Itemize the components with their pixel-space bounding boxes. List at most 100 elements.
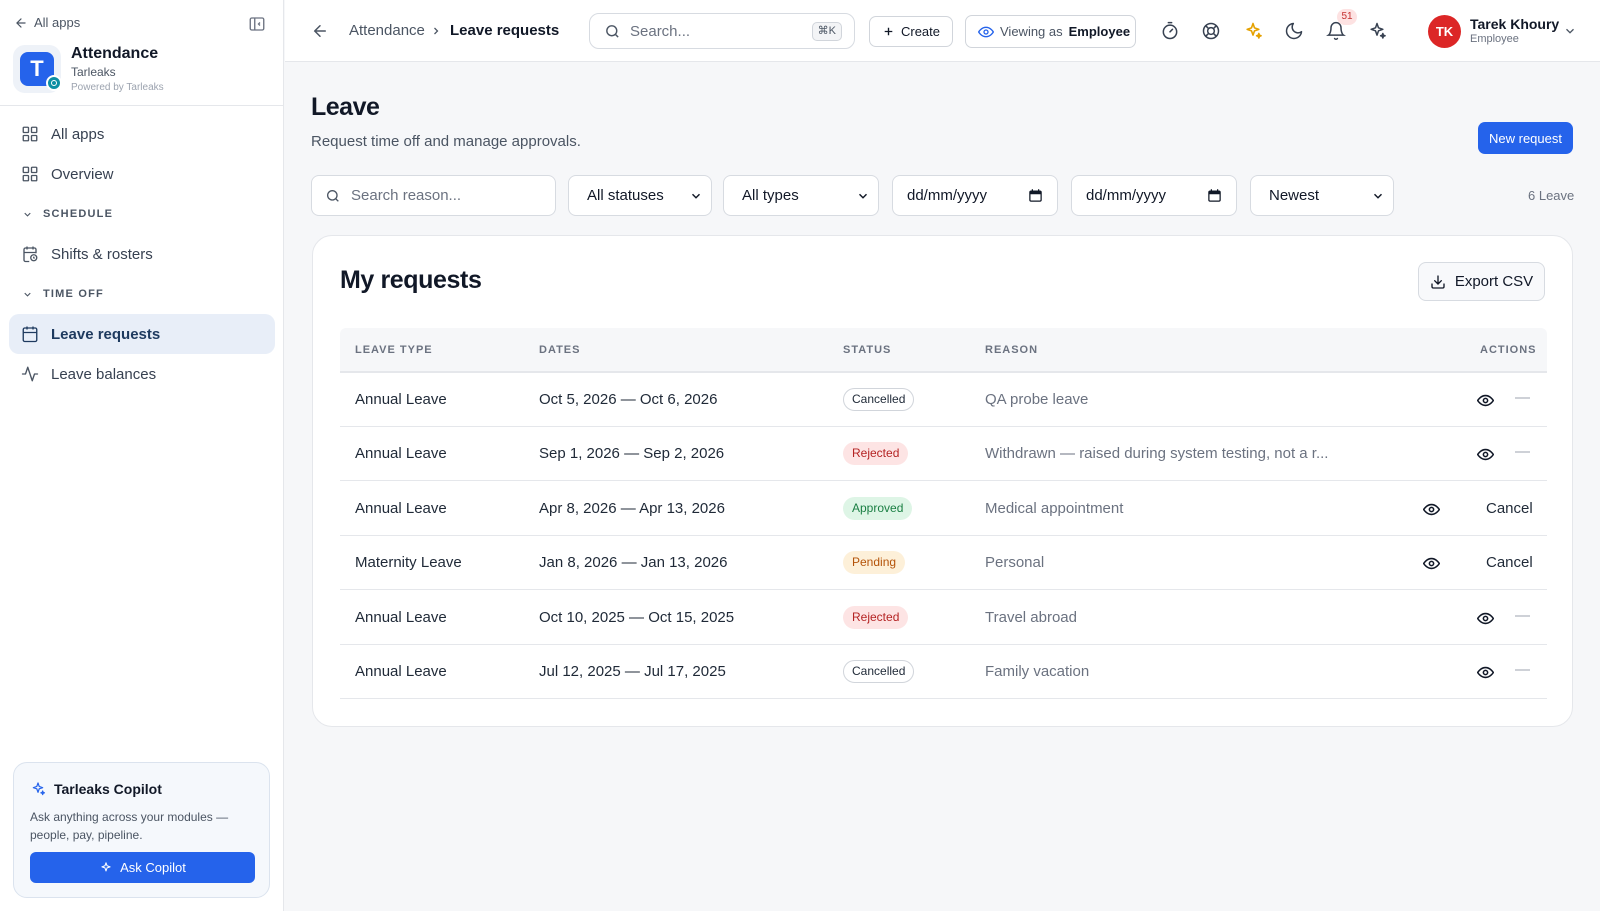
- status-badge: Approved: [843, 496, 913, 520]
- reason-cell: QA probe leave: [985, 391, 1089, 408]
- eye-icon: [1423, 557, 1440, 570]
- topbar: Attendance Leave requests Search... ⌘K C…: [285, 0, 1600, 62]
- moon-icon[interactable]: [1284, 21, 1304, 41]
- status-badge: Cancelled: [843, 660, 915, 683]
- new-request-button[interactable]: New request: [1478, 122, 1573, 154]
- dates-cell: Jan 8, 2026 — Jan 13, 2026: [539, 554, 728, 572]
- sparkle-icon[interactable]: [1243, 21, 1263, 41]
- date-to-placeholder: dd/mm/yyyy: [1086, 187, 1167, 204]
- reason-search-input[interactable]: Search reason...: [311, 175, 556, 216]
- sidebar-item-label: Overview: [51, 165, 114, 183]
- chevron-down-icon: [24, 292, 31, 297]
- eye-icon: [1477, 449, 1494, 461]
- breadcrumb-attendance[interactable]: Attendance: [349, 22, 425, 39]
- table-row: Annual Leave Apr 8, 2026 — Apr 13, 2026 Ap…: [340, 482, 1547, 536]
- sort-value: Newest: [1269, 187, 1320, 204]
- sidebar-item-all-apps[interactable]: All apps: [9, 114, 275, 154]
- copilot-title-text: Tarleaks Copilot: [54, 781, 162, 797]
- eye-icon: [1477, 612, 1494, 624]
- calendar-icon: [1029, 189, 1042, 202]
- status-badge: Rejected: [843, 442, 909, 466]
- app-org: Tarleaks: [71, 65, 116, 79]
- ask-copilot-button[interactable]: Ask Copilot: [30, 852, 255, 883]
- all-apps-back-link[interactable]: All apps: [14, 15, 80, 30]
- status-badge: Pending: [843, 551, 906, 575]
- table-row: Maternity Leave Jan 8, 2026 — Jan 13, 202…: [340, 536, 1547, 591]
- eye-icon: [978, 26, 994, 37]
- chevron-down-icon[interactable]: [1563, 24, 1577, 38]
- copilot-title: Tarleaks Copilot: [30, 781, 162, 797]
- sidebar-item-shifts[interactable]: Shifts & rosters: [9, 234, 275, 274]
- collapse-sidebar-button[interactable]: [248, 15, 266, 33]
- plus-icon: [884, 27, 893, 36]
- dates-cell: Oct 10, 2025 — Oct 15, 2025: [539, 608, 735, 626]
- reason-search-placeholder: Search reason...: [351, 187, 462, 204]
- type-filter-select[interactable]: All types: [723, 175, 879, 216]
- sidebar-item-label: Leave requests: [51, 325, 161, 343]
- grid-icon: [22, 126, 38, 142]
- nav-section-label: SCHEDULE: [43, 208, 114, 220]
- date-from-input[interactable]: dd/mm/yyyy: [892, 175, 1058, 216]
- view-request-button[interactable]: [1477, 664, 1494, 681]
- back-button[interactable]: [311, 22, 329, 40]
- sidebar-collapse-icon: [249, 17, 265, 31]
- no-action-placeholder: —: [1515, 443, 1530, 461]
- global-search-input[interactable]: Search... ⌘K: [589, 13, 855, 49]
- export-csv-button[interactable]: Export CSV: [1418, 262, 1545, 301]
- create-button[interactable]: Create: [869, 16, 953, 47]
- search-icon: [606, 24, 619, 38]
- cancel-request-button[interactable]: Cancel: [1486, 554, 1533, 571]
- nav-section-time-off[interactable]: TIME OFF: [9, 274, 275, 314]
- view-request-button[interactable]: [1477, 610, 1494, 627]
- column-header-reason: REASON: [985, 344, 1039, 356]
- date-to-input[interactable]: dd/mm/yyyy: [1071, 175, 1237, 216]
- eye-icon: [1477, 394, 1494, 407]
- type-filter-value: All types: [742, 187, 799, 204]
- nav-section-label: TIME OFF: [43, 288, 104, 300]
- table-row: Annual Leave Oct 10, 2025 — Oct 15, 2025 R…: [340, 591, 1547, 645]
- page-title: Leave: [311, 93, 380, 121]
- sidebar-item-leave-requests[interactable]: Leave requests: [9, 314, 275, 354]
- requests-card: My requests Export CSV LEAVE TYPE DATES …: [312, 235, 1573, 727]
- export-csv-label: Export CSV: [1454, 273, 1534, 290]
- sparkle-icon: [101, 861, 111, 871]
- chevron-down-icon: [858, 193, 868, 199]
- sidebar-item-label: All apps: [51, 125, 105, 143]
- download-icon: [1431, 274, 1445, 289]
- sidebar: All apps T Attendance Tarleaks Powered b…: [0, 0, 284, 911]
- help-lifebuoy-icon[interactable]: [1201, 21, 1221, 41]
- reason-cell: Travel abroad: [985, 608, 1077, 626]
- search-placeholder: Search...: [630, 22, 691, 40]
- nav-section-schedule[interactable]: SCHEDULE: [9, 194, 275, 234]
- view-request-button[interactable]: [1423, 501, 1440, 518]
- view-request-button[interactable]: [1423, 555, 1440, 572]
- sort-select[interactable]: Newest: [1250, 175, 1394, 216]
- status-filter-select[interactable]: All statuses: [568, 175, 712, 216]
- status-filter-value: All statuses: [587, 187, 664, 204]
- app-header: All apps T Attendance Tarleaks Powered b…: [0, 0, 283, 106]
- search-icon: [327, 189, 339, 202]
- leave-type-cell: Annual Leave: [355, 608, 447, 626]
- column-header-leave-type: LEAVE TYPE: [355, 344, 433, 356]
- date-from-placeholder: dd/mm/yyyy: [907, 187, 988, 204]
- create-label: Create: [900, 24, 941, 39]
- eye-icon: [1477, 666, 1494, 679]
- view-request-button[interactable]: [1477, 446, 1494, 463]
- eye-icon: [1423, 503, 1440, 516]
- copilot-card: Tarleaks Copilot Ask anything across you…: [13, 762, 270, 898]
- calendar-clock-icon: [23, 246, 38, 263]
- view-request-button[interactable]: [1477, 392, 1494, 409]
- app-logo: T: [13, 45, 62, 93]
- dates-cell: Oct 5, 2026 — Oct 6, 2026: [539, 391, 718, 408]
- chevron-right-icon: [434, 27, 439, 35]
- avatar[interactable]: TK: [1428, 15, 1461, 48]
- sidebar-item-leave-balances[interactable]: Leave balances: [9, 354, 275, 394]
- timer-icon[interactable]: [1160, 21, 1180, 41]
- ai-sparkles-icon[interactable]: [1367, 21, 1387, 41]
- sidebar-item-overview[interactable]: Overview: [9, 154, 275, 194]
- sidebar-item-label: Shifts & rosters: [51, 245, 153, 263]
- viewing-as-button[interactable]: Viewing as Employee: [965, 15, 1136, 48]
- cancel-request-button[interactable]: Cancel: [1486, 500, 1533, 517]
- column-header-dates: DATES: [539, 344, 581, 356]
- leave-type-cell: Maternity Leave: [355, 554, 462, 572]
